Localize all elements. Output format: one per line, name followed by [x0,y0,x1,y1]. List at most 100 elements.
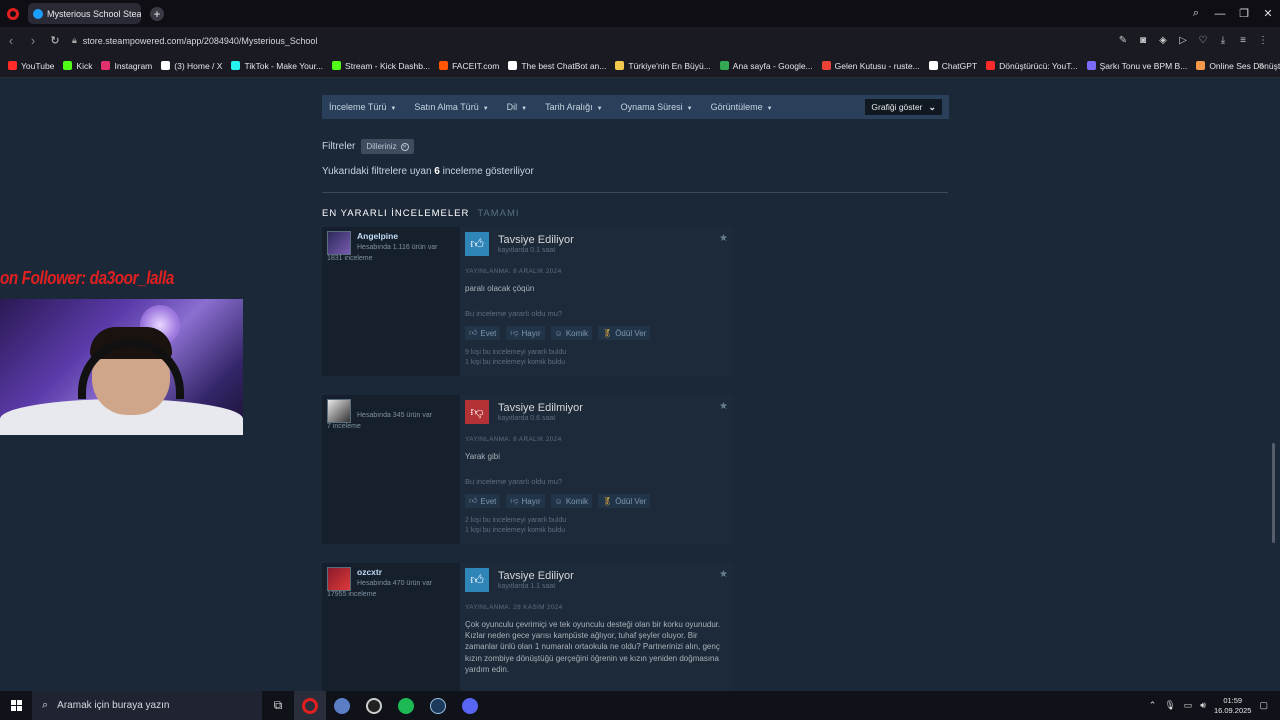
tab-mysterious-school[interactable]: Mysterious School Steam ✕ [28,3,141,24]
remove-filter-icon[interactable]: ✕ [400,142,409,151]
clock[interactable]: 01:59 16.09.2025 [1214,696,1252,716]
section-title: EN YARARLI İNCELEMELER [322,208,470,219]
camera-icon[interactable]: ◙ [1138,35,1148,46]
bookmark-item[interactable]: Stream - Kick Dashb... [332,61,430,71]
vote-yes-button[interactable]: 👍︎ Evet [465,326,501,340]
play-icon[interactable]: ▷ [1178,35,1188,46]
page-scrollbar-thumb[interactable] [1272,443,1275,543]
filter-dropdown[interactable]: Tarih Aralığı ▼ [545,102,602,112]
edit-icon[interactable]: ✎ [1118,35,1128,46]
author-reviews[interactable]: 1831 inceleme [327,255,373,262]
steam-reviews-page: İnceleme Türü ▼ Satın Alma Türü ▼ Dil ▼ Tarih … [0,79,1280,691]
author-products[interactable]: Hesabında 345 ürün var [357,412,432,419]
close-window-button[interactable]: ✕ [1256,7,1280,20]
filter-dropdown[interactable]: Dil ▼ [507,102,527,112]
bookmark-item[interactable]: TikTok - Make Your... [231,61,323,71]
filter-dropdown[interactable]: Görüntüleme ▼ [711,102,773,112]
menu-icon[interactable]: ≡ [1238,35,1248,46]
search-tabs-icon[interactable]: ⌕ [1184,7,1208,20]
posted-date: YAYINLANMA: 28 KASIM 2024 [465,604,563,611]
author-reviews[interactable]: 17955 inceleme [327,591,376,598]
author-name[interactable]: Angelpine [357,231,398,241]
bookmark-item[interactable]: Dönüştürücü: YouT... [986,61,1078,71]
bookmark-label: Ana sayfa - Google... [732,60,813,71]
bookmark-item[interactable]: Türkiye'nin En Büyü... [615,61,711,71]
bookmark-item[interactable]: YouTube [8,61,54,71]
vote-title[interactable]: Tavsiye Ediliyor [498,570,574,582]
filter-dropdown[interactable]: Oynama Süresi ▼ [621,102,693,112]
vote-no-button[interactable]: 👎︎ Hayır [506,326,545,340]
start-button[interactable] [0,691,32,720]
bookmark-item[interactable]: Instagram [101,61,152,71]
vote-yes-button[interactable]: 👍︎ Evet [465,494,501,508]
author-products[interactable]: Hesabında 1.116 ürün var [357,244,437,251]
show-graph-button[interactable]: Grafiği göster ⌄ [865,99,942,115]
bookmark-item[interactable]: Gelen Kutusu - ruste... [821,61,920,71]
extensions-icon[interactable]: ⋮ [1258,35,1268,46]
shield-icon[interactable]: ◈ [1158,35,1168,46]
taskbar-search[interactable]: ⌕ Aramak için buraya yazın [32,691,262,720]
author-reviews[interactable]: 7 inceleme [327,423,361,430]
bookmark-item[interactable]: Kick [63,61,92,71]
vote-no-button[interactable]: 👎︎ Hayır [506,494,545,508]
url-field[interactable]: store.steampowered.com/app/2084940/Myste… [83,36,318,46]
award-button[interactable]: 🏅︎ Ödül Ver [598,494,651,508]
download-icon[interactable]: ⤓ [1218,35,1228,46]
tray-chevron-icon[interactable]: ⌃ [1149,700,1157,711]
vote-title[interactable]: Tavsiye Ediliyor [498,234,574,246]
vote-funny-button[interactable]: ☺ Komik [550,494,593,508]
filter-chip-languages[interactable]: Dilleriniz ✕ [361,139,414,154]
bookmark-item[interactable]: ChatGPT [928,61,977,71]
award-button[interactable]: 🏅︎ Ödül Ver [598,326,651,340]
restore-button[interactable]: ❐ [1232,7,1256,20]
funny-count: 1 kişi bu incelemeyi komik buldu [465,359,565,366]
opera-taskbar-icon[interactable] [294,691,326,720]
avatar[interactable] [327,231,351,255]
forward-button[interactable]: › [22,33,44,48]
vote-title[interactable]: Tavsiye Edilmiyor [498,402,583,414]
bookmark-item[interactable]: Online Ses Dönüştür... [1196,61,1280,71]
network-icon[interactable]: ▭ [1184,700,1193,711]
avatar[interactable] [327,399,351,423]
minimize-button[interactable]: — [1208,8,1232,20]
section-period-link[interactable]: TAMAMI [477,208,519,219]
discord-taskbar-icon[interactable] [454,691,486,720]
review-card: ozcxtr Hesabında 470 ürün var 17955 incele… [322,563,733,691]
bookmark-item[interactable]: Ana sayfa - Google... [719,60,813,71]
spotify-taskbar-icon[interactable] [390,691,422,720]
obs-taskbar-icon[interactable] [358,691,390,720]
author-products[interactable]: Hesabında 470 ürün var [357,580,432,587]
page-scrollbar[interactable] [1272,79,1276,691]
helpful-counts: 2 kişi bu incelemeyi yararlı buldu 1 kişi… [465,516,566,536]
award-star-icon[interactable]: ★ [719,401,728,412]
system-tray: ⌃ 🎙︎ ▭ 🔊︎ 01:59 16.09.2025 ▢ [1149,691,1280,720]
app-taskbar-icon[interactable] [326,691,358,720]
opera-menu-icon[interactable] [7,7,19,20]
new-tab-button[interactable]: + [150,6,164,21]
volume-icon[interactable]: 🔊︎ [1200,700,1206,711]
vote-header[interactable]: 👍︎ Tavsiye Ediliyor kayıtlarda 0.1 saat [465,232,729,256]
vote-header[interactable]: 👍︎ Tavsiye Ediliyor kayıtlarda 1.1 saat [465,568,729,592]
lock-icon[interactable]: 🔒︎ [72,35,77,46]
filter-dropdown[interactable]: Satın Alma Türü ▼ [414,102,488,112]
vote-funny-button[interactable]: ☺ Komik [550,326,593,340]
reload-button[interactable]: ↻ [44,34,66,47]
steam-taskbar-icon[interactable] [422,691,454,720]
vote-header[interactable]: 👎︎ Tavsiye Edilmiyor kayıtlarda 0.6 saat [465,400,729,424]
bookmark-item[interactable]: The best ChatBot an... [508,61,606,71]
notifications-icon[interactable]: ▢ [1259,700,1268,711]
heart-icon[interactable]: ♡ [1198,35,1208,46]
back-button[interactable]: ‹ [0,33,22,48]
bookmark-item[interactable]: (3) Home / X [161,61,222,71]
bookmark-item[interactable]: Şarkı Tonu ve BPM B... [1086,61,1187,71]
author-name[interactable]: ozcxtr [357,567,382,577]
bookmark-item[interactable]: FACEIT.com [439,61,499,71]
task-view-button[interactable]: ⧉ [262,691,294,720]
microphone-icon[interactable]: 🎙︎ [1164,700,1175,711]
avatar[interactable] [327,567,351,591]
award-star-icon[interactable]: ★ [719,233,728,244]
award-star-icon[interactable]: ★ [719,569,728,580]
bookmark-label: TikTok - Make Your... [244,60,324,71]
bookmarks-overflow-icon[interactable]: » [1258,60,1264,71]
filter-dropdown[interactable]: İnceleme Türü ▼ [329,102,396,112]
